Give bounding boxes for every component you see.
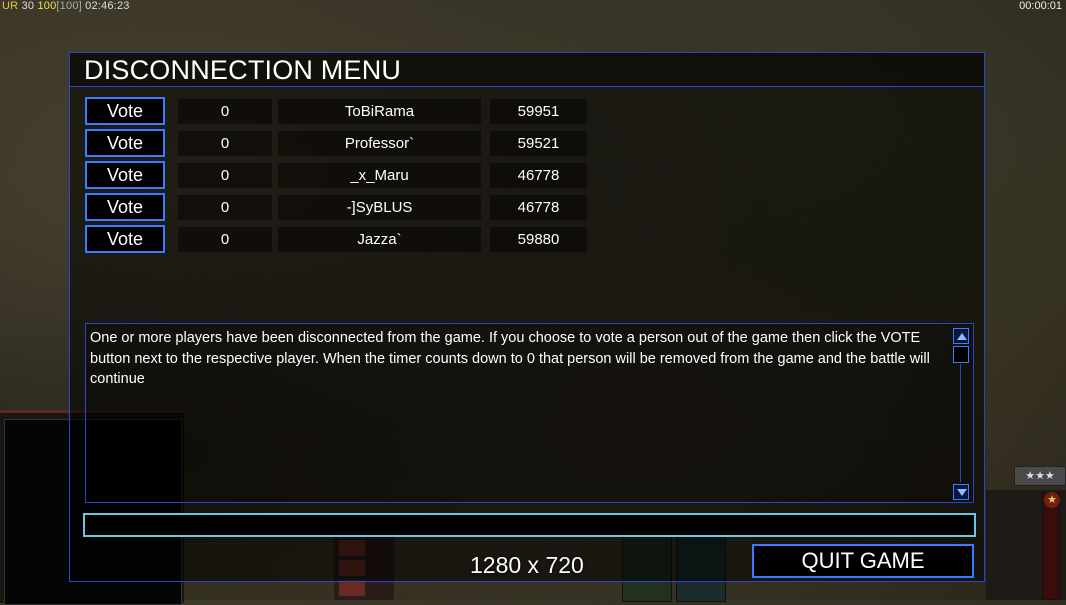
player-name: Jazza`: [278, 227, 481, 252]
disconnection-dialog: DISCONNECTION MENU Vote 0 ToBiRama 59951…: [69, 52, 985, 582]
medal-icon: ★: [1044, 492, 1060, 508]
player-ping: 46778: [490, 195, 587, 220]
dialog-title: DISCONNECTION MENU: [70, 53, 984, 87]
power-cap: [100]: [56, 0, 82, 12]
quit-game-button[interactable]: QUIT GAME: [752, 544, 974, 578]
power-value: 100: [37, 0, 57, 12]
hud-status: UR 30 100[100] 02:46:23: [2, 0, 130, 12]
chat-input[interactable]: [83, 513, 976, 537]
player-name: ToBiRama: [278, 99, 481, 124]
vote-button[interactable]: Vote: [85, 161, 165, 189]
player-name: -]SyBLUS: [278, 195, 481, 220]
vote-button[interactable]: Vote: [85, 97, 165, 125]
resolution-watermark: 1280 x 720: [470, 552, 584, 578]
vote-count: 0: [178, 99, 272, 124]
vote-count: 0: [178, 195, 272, 220]
message-box: One or more players have been disconnect…: [85, 323, 974, 503]
game-time: 02:46:23: [85, 0, 130, 12]
timer: 00:00:01: [1019, 0, 1062, 12]
scroll-up-button[interactable]: [953, 328, 969, 344]
player-name: _x_Maru: [278, 163, 481, 188]
message-scrollbar[interactable]: [953, 326, 971, 500]
player-ping: 59880: [490, 227, 587, 252]
arrow-up-icon: [957, 333, 967, 340]
vote-count: 0: [178, 131, 272, 156]
scroll-down-button[interactable]: [953, 484, 969, 500]
player-name: Professor`: [278, 131, 481, 156]
vote-count: 0: [178, 227, 272, 252]
message-text: One or more players have been disconnect…: [90, 330, 930, 387]
scroll-thumb[interactable]: [953, 346, 969, 363]
player-ping: 59951: [490, 99, 587, 124]
vote-button[interactable]: Vote: [85, 225, 165, 253]
power-panel: ★★★ ★: [986, 466, 1066, 600]
vote-button[interactable]: Vote: [85, 193, 165, 221]
power-gauge: [1042, 492, 1060, 600]
rank-label: UR: [2, 0, 19, 12]
scroll-track[interactable]: [960, 364, 961, 482]
rank-stars: ★★★: [1014, 466, 1066, 486]
player-ping: 46778: [490, 163, 587, 188]
level-value: 30: [21, 0, 35, 12]
arrow-down-icon: [957, 489, 967, 496]
vote-count: 0: [178, 163, 272, 188]
vote-button[interactable]: Vote: [85, 129, 165, 157]
player-ping: 59521: [490, 131, 587, 156]
